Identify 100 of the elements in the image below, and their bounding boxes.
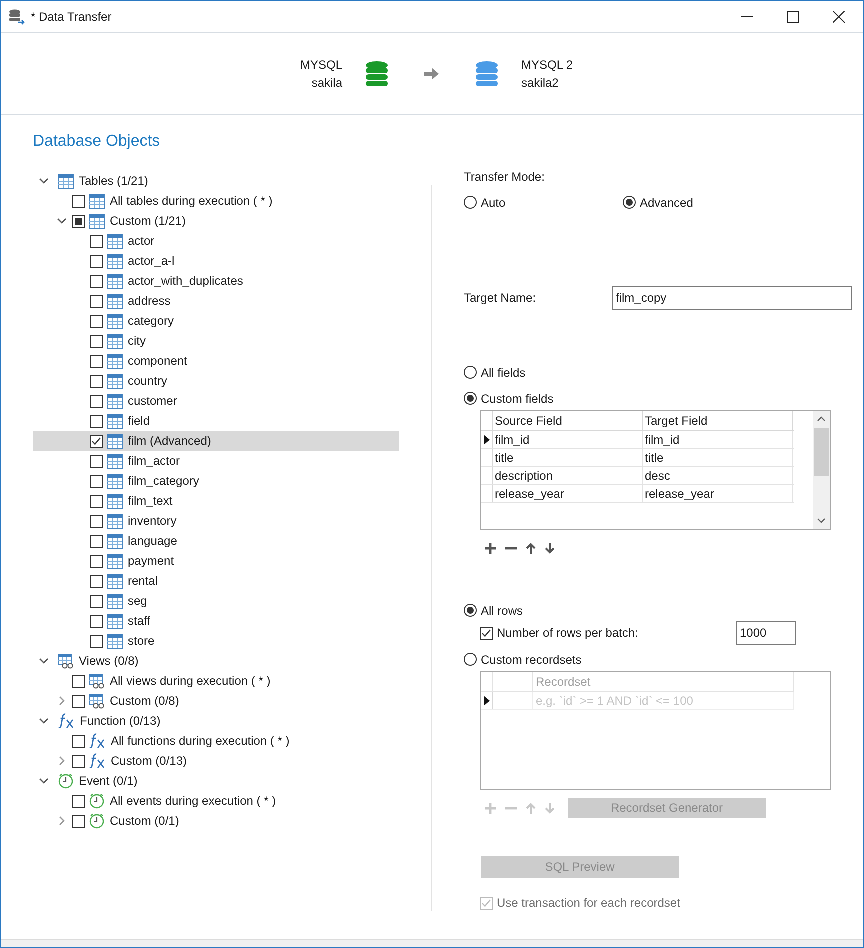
- tree-item[interactable]: customer: [33, 391, 399, 411]
- radio-button[interactable]: [464, 392, 477, 405]
- chevron-down-icon[interactable]: [39, 716, 49, 726]
- tree-item[interactable]: language: [33, 531, 399, 551]
- checkbox[interactable]: [90, 334, 103, 348]
- tree-item-label: Views (0/8): [79, 653, 139, 670]
- checkbox[interactable]: [90, 294, 103, 308]
- tree-item[interactable]: Custom (0/1): [33, 811, 399, 831]
- checkbox[interactable]: [90, 594, 103, 608]
- column-header[interactable]: Target Field: [643, 411, 793, 430]
- tree-item[interactable]: actor_with_duplicates: [33, 271, 399, 291]
- tree-item[interactable]: store: [33, 631, 399, 651]
- database-transfer-icon: [9, 8, 25, 24]
- tree-item[interactable]: actor: [33, 231, 399, 251]
- checkbox[interactable]: [90, 354, 103, 368]
- tree-item[interactable]: inventory: [33, 511, 399, 531]
- tree-item[interactable]: Custom (0/8): [33, 691, 399, 711]
- target-name-field[interactable]: film_copy: [612, 286, 852, 310]
- tree-item[interactable]: Custom (1/21): [33, 211, 399, 231]
- checkbox[interactable]: [90, 414, 103, 428]
- tree-item[interactable]: All views during execution ( * ): [33, 671, 399, 691]
- chevron-down-icon[interactable]: [57, 216, 67, 226]
- checkbox[interactable]: [90, 574, 103, 588]
- checkbox[interactable]: [90, 474, 103, 488]
- tree-item[interactable]: All functions during execution ( * ): [33, 731, 399, 751]
- tree-item[interactable]: country: [33, 371, 399, 391]
- radio-button[interactable]: [623, 196, 636, 209]
- maximize-icon[interactable]: [787, 10, 799, 22]
- tree-item-label: field: [128, 413, 150, 430]
- tree-item[interactable]: seg: [33, 591, 399, 611]
- radio-button[interactable]: [464, 196, 477, 209]
- tree-item[interactable]: Views (0/8): [33, 651, 399, 671]
- checkbox[interactable]: [90, 514, 103, 528]
- chevron-down-icon[interactable]: [39, 776, 49, 786]
- tree-item[interactable]: All events during execution ( * ): [33, 791, 399, 811]
- checkbox[interactable]: [480, 626, 493, 640]
- add-icon[interactable]: [485, 543, 496, 554]
- checkbox[interactable]: [72, 754, 85, 768]
- table-icon: [107, 454, 123, 468]
- tree-item[interactable]: component: [33, 351, 399, 371]
- radio-button[interactable]: [464, 366, 477, 379]
- tree-item[interactable]: field: [33, 411, 399, 431]
- tree-item[interactable]: address: [33, 291, 399, 311]
- table-icon: [107, 534, 123, 548]
- tree-item[interactable]: All tables during execution ( * ): [33, 191, 399, 211]
- radio-button[interactable]: [464, 653, 477, 666]
- tree-item[interactable]: film (Advanced): [33, 431, 399, 451]
- scrollbar[interactable]: [813, 411, 830, 529]
- tree-item[interactable]: Custom (0/13): [33, 751, 399, 771]
- checkbox[interactable]: [90, 394, 103, 408]
- checkbox[interactable]: [90, 554, 103, 568]
- checkbox[interactable]: [90, 634, 103, 648]
- chevron-right-icon[interactable]: [57, 696, 67, 706]
- tree-item[interactable]: film_actor: [33, 451, 399, 471]
- table-icon: [107, 614, 123, 628]
- chevron-right-icon[interactable]: [57, 756, 67, 766]
- checkbox[interactable]: [90, 314, 103, 328]
- tree-item-label: actor_a-l: [128, 253, 175, 270]
- checkbox[interactable]: [90, 234, 103, 248]
- close-icon[interactable]: [833, 10, 845, 22]
- table-icon: [107, 274, 123, 288]
- tree-item[interactable]: film_text: [33, 491, 399, 511]
- table-icon: [107, 474, 123, 488]
- checkbox[interactable]: [72, 814, 85, 828]
- tree-item[interactable]: payment: [33, 551, 399, 571]
- checkbox[interactable]: [72, 694, 85, 708]
- tree-item[interactable]: category: [33, 311, 399, 331]
- checkbox[interactable]: [90, 374, 103, 388]
- table-icon: [107, 554, 123, 568]
- arrow-up-icon[interactable]: [526, 543, 536, 554]
- tree-item[interactable]: Tables (1/21): [33, 171, 399, 191]
- checkbox[interactable]: [90, 494, 103, 508]
- checkbox[interactable]: [72, 734, 85, 748]
- chevron-down-icon[interactable]: [39, 176, 49, 186]
- radio-label: Advanced: [640, 194, 694, 212]
- tree-item[interactable]: Function (0/13): [33, 711, 399, 731]
- tree-item[interactable]: Event (0/1): [33, 771, 399, 791]
- batch-size-field[interactable]: 1000: [736, 621, 796, 645]
- arrow-down-icon[interactable]: [545, 543, 555, 554]
- tree-item[interactable]: rental: [33, 571, 399, 591]
- radio-button[interactable]: [464, 604, 477, 617]
- checkbox[interactable]: [72, 194, 85, 208]
- checkbox[interactable]: [90, 274, 103, 288]
- checkbox[interactable]: [72, 674, 85, 688]
- column-header[interactable]: Source Field: [493, 411, 643, 430]
- checkbox[interactable]: [90, 454, 103, 468]
- checkbox[interactable]: [72, 794, 85, 808]
- tree-item[interactable]: film_category: [33, 471, 399, 491]
- checkbox[interactable]: [72, 214, 85, 228]
- checkbox[interactable]: [90, 434, 103, 448]
- chevron-down-icon[interactable]: [39, 656, 49, 666]
- tree-item-label: rental: [128, 573, 158, 590]
- tree-item[interactable]: staff: [33, 611, 399, 631]
- checkbox[interactable]: [90, 534, 103, 548]
- tree-item[interactable]: city: [33, 331, 399, 351]
- checkbox[interactable]: [90, 614, 103, 628]
- target-database-name: sakila2: [522, 74, 559, 92]
- chevron-right-icon[interactable]: [57, 816, 67, 826]
- checkbox[interactable]: [90, 254, 103, 268]
- tree-item[interactable]: actor_a-l: [33, 251, 399, 271]
